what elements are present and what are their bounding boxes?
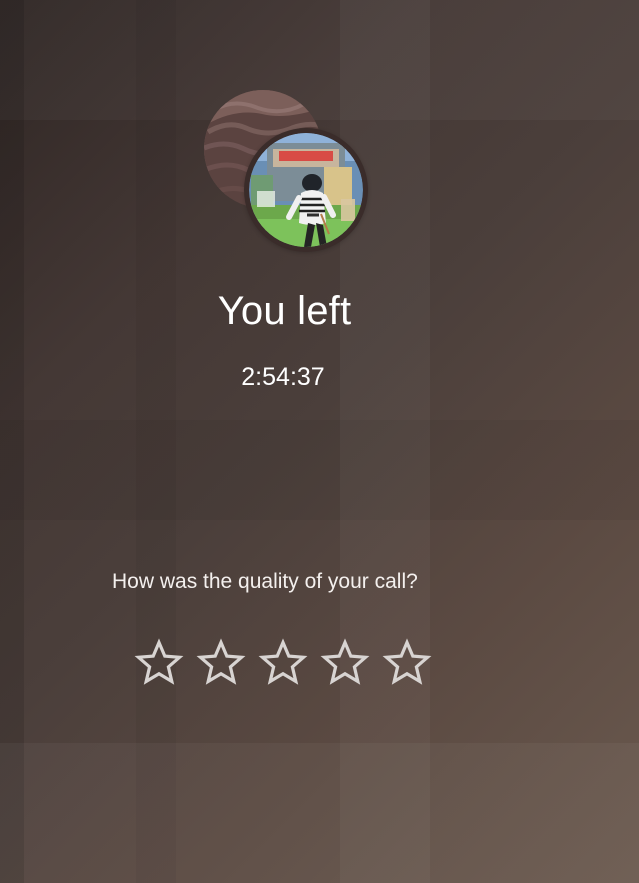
avatar-primary — [244, 128, 368, 252]
rating-star-5[interactable] — [382, 638, 432, 688]
call-quality-rating — [134, 634, 434, 692]
rating-star-2[interactable] — [196, 638, 246, 688]
star-outline-icon — [196, 638, 246, 685]
participant-avatar-stack — [204, 90, 369, 255]
star-outline-icon — [320, 638, 370, 685]
call-quality-question: How was the quality of your call? — [112, 570, 418, 593]
star-outline-icon — [258, 638, 308, 685]
star-outline-icon — [382, 638, 432, 685]
rating-star-3[interactable] — [258, 638, 308, 688]
rating-star-4[interactable] — [320, 638, 370, 688]
star-outline-icon — [134, 638, 184, 685]
call-duration: 2:54:37 — [241, 363, 325, 391]
profile-photo-icon — [249, 133, 363, 247]
rating-star-1[interactable] — [134, 638, 184, 688]
call-status-title: You left — [217, 289, 352, 333]
call-ended-screen: You left 2:54:37 How was the quality of … — [0, 0, 639, 883]
